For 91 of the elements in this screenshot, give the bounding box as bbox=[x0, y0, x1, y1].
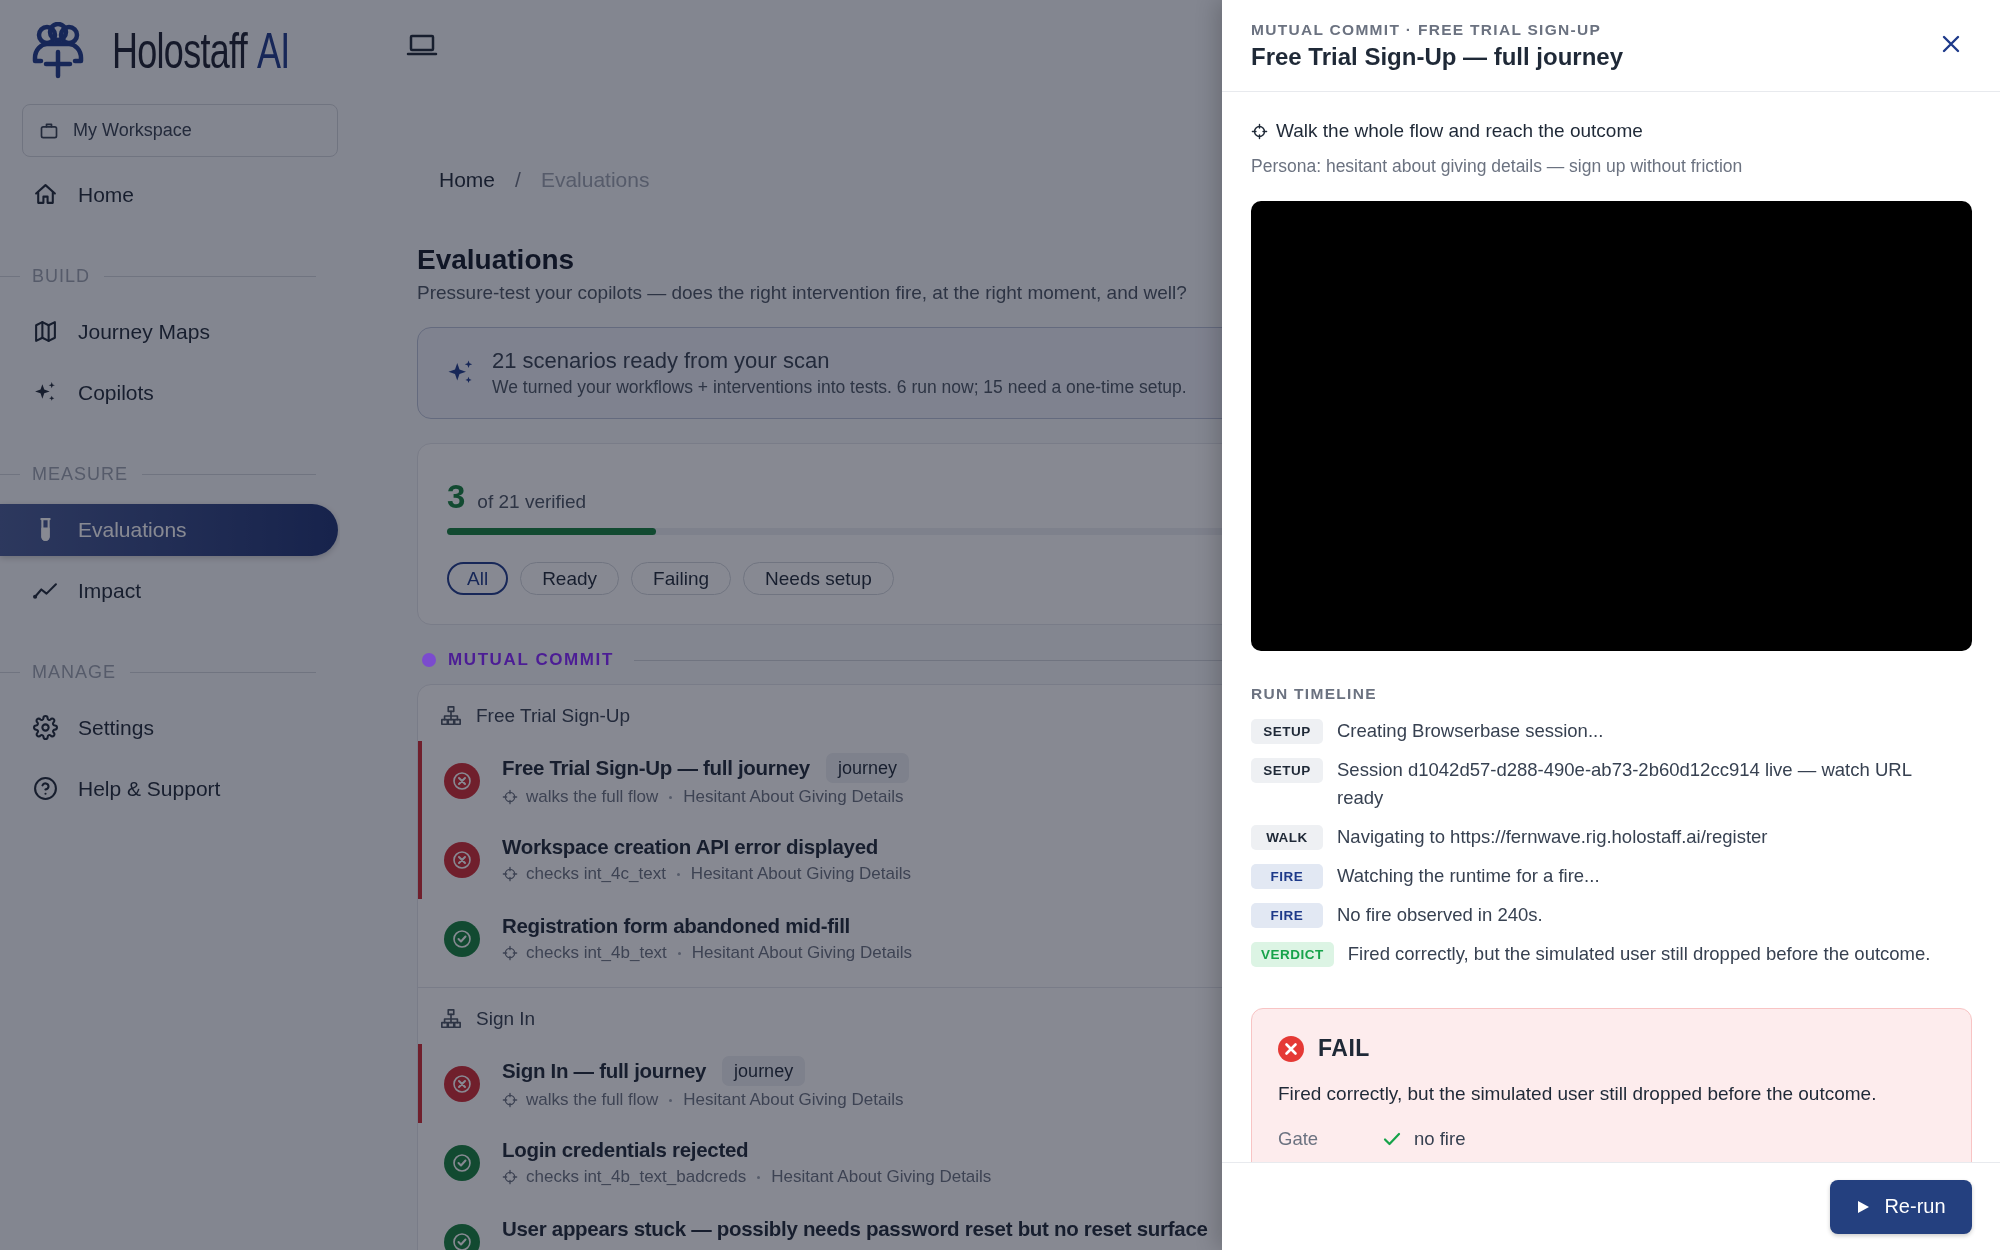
timeline-text: Session d1042d57-d288-490e-ab73-2b60d12cc914 live — watch URL ready bbox=[1337, 758, 1913, 810]
fail-status-icon bbox=[444, 1065, 480, 1102]
hierarchy-icon bbox=[440, 705, 462, 727]
scenario-check: checks int_4b_text bbox=[526, 942, 667, 964]
scenario-check: walks the full flow bbox=[526, 786, 659, 808]
filter-chip[interactable]: Needs setup bbox=[743, 562, 894, 595]
settings-icon bbox=[33, 715, 58, 740]
play-icon bbox=[1856, 1199, 1871, 1214]
filter-chip[interactable]: Ready bbox=[520, 562, 620, 595]
workspace-selector[interactable]: My Workspace bbox=[22, 104, 338, 157]
scenario-check: walks the full flow bbox=[526, 1089, 659, 1111]
scenario-persona: Hesitant About Giving Details bbox=[683, 1089, 904, 1111]
breadcrumb-separator: / bbox=[515, 167, 521, 193]
scenario-row[interactable]: Login credentials rejected checks int_4b_text_badcreds Hesitant About Giving Details bbox=[418, 1123, 1222, 1202]
fail-icon bbox=[1278, 1035, 1304, 1062]
scenario-title: Workspace creation API error displayed bbox=[502, 834, 878, 860]
scenario-title: Free Trial Sign-Up — full journey bbox=[502, 755, 810, 781]
scenario-tag: journey bbox=[722, 1056, 806, 1086]
scenario-tag: journey bbox=[825, 753, 909, 783]
scenario-goal: Walk the whole flow and reach the outcome bbox=[1276, 119, 1643, 143]
page-title: Evaluations bbox=[417, 243, 576, 277]
verified-count: 3 bbox=[447, 477, 466, 517]
nav-item[interactable]: Impact bbox=[0, 564, 338, 617]
team-logo-icon bbox=[30, 22, 86, 80]
timeline-heading: RUN TIMELINE bbox=[1251, 684, 1378, 704]
timeline-tag: FIRE bbox=[1251, 902, 1323, 928]
crosshair-icon bbox=[1251, 122, 1268, 140]
timeline-text: No fire observed in 240s. bbox=[1337, 903, 1543, 927]
result-key: Gate bbox=[1278, 1126, 1382, 1152]
scenario-check: checks int_4b_text_badcreds bbox=[526, 1166, 747, 1188]
nav-item[interactable]: Home bbox=[0, 168, 338, 221]
banner-text: We turned your workflows + interventions into tests. 6 run now; 15 need a one-time setup. bbox=[492, 376, 1187, 399]
laptop-icon bbox=[406, 33, 438, 57]
breadcrumb-link[interactable]: Home bbox=[439, 163, 496, 197]
timeline-tag: SETUP bbox=[1251, 757, 1323, 783]
result-summary: Fired correctly, but the simulated user still dropped before the outcome. bbox=[1278, 1082, 1878, 1106]
result-value: no fire bbox=[1414, 1127, 1466, 1151]
map-icon bbox=[33, 319, 58, 344]
crosshair-icon bbox=[502, 1092, 518, 1108]
timeline-tag: VERDICT bbox=[1251, 941, 1334, 967]
crosshair-icon bbox=[502, 1169, 518, 1185]
timeline-tag: SETUP bbox=[1251, 718, 1323, 744]
scenario-title: Sign In — full journey bbox=[502, 1058, 707, 1084]
crosshair-icon bbox=[502, 789, 518, 805]
filter-chip[interactable]: Failing bbox=[631, 562, 732, 595]
timeline-text: Watching the runtime for a fire... bbox=[1337, 864, 1600, 888]
flow-name: Free Trial Sign-Up bbox=[476, 705, 631, 727]
scenario-row[interactable]: Registration form abandoned mid-fill checks int_4b_text Hesitant About Giving Details bbox=[418, 899, 1222, 978]
pass-status-icon bbox=[444, 920, 480, 957]
timeline-text: Navigating to https://fernwave.rig.holostaff.ai/register bbox=[1337, 825, 1768, 849]
filter-chip[interactable]: All bbox=[447, 562, 509, 595]
brand-name: Holostaff bbox=[112, 22, 247, 80]
result-label: FAIL bbox=[1318, 1035, 1370, 1062]
scenario-persona: Hesitant About Giving Details bbox=[690, 863, 912, 885]
fail-status-icon bbox=[444, 762, 480, 799]
nav-item[interactable]: Evaluations bbox=[0, 503, 338, 556]
scenario-persona: Hesitant About Giving Details bbox=[683, 786, 904, 808]
timeline-text: Fired correctly, but the simulated user still dropped before the outcome. bbox=[1347, 942, 1931, 966]
timeline-text: Creating Browserbase session... bbox=[1337, 719, 1604, 743]
nav-item[interactable]: Settings bbox=[0, 701, 338, 754]
timeline-tag: FIRE bbox=[1251, 863, 1323, 889]
rerun-button[interactable]: Re-run bbox=[1830, 1179, 1972, 1234]
nav-item[interactable]: Help & Support bbox=[0, 762, 338, 815]
nav-item[interactable]: Copilots bbox=[0, 366, 338, 419]
flow-name: Sign In bbox=[476, 1008, 536, 1030]
persona-text: Persona: hesitant about giving details — sign up without friction bbox=[1251, 155, 1744, 178]
scenario-persona: Hesitant About Giving Details bbox=[771, 1166, 992, 1188]
close-button[interactable] bbox=[1941, 33, 1961, 55]
scenario-row[interactable]: User appears stuck — possibly needs password reset but no reset surface bbox=[418, 1202, 1222, 1250]
scenario-check: checks int_4c_text bbox=[526, 863, 666, 885]
banner-title: 21 scenarios ready from your scan bbox=[492, 347, 831, 375]
scenario-title: User appears stuck — possibly needs password reset but no reset surface bbox=[502, 1216, 1208, 1242]
home-icon bbox=[33, 182, 58, 207]
brand-suffix: AI bbox=[257, 22, 290, 80]
help-icon bbox=[33, 776, 58, 801]
verified-label: of 21 verified bbox=[477, 491, 587, 513]
hierarchy-icon bbox=[440, 1008, 462, 1030]
page-subtitle: Pressure-test your copilots — does the right intervention fire, at the right moment, and well? bbox=[417, 281, 1188, 305]
drawer-title: Free Trial Sign-Up — full journey bbox=[1251, 42, 1624, 72]
drawer-eyebrow: MUTUAL COMMIT · FREE TRIAL SIGN-UP bbox=[1251, 20, 1603, 40]
timeline-tag: WALK bbox=[1251, 824, 1323, 850]
nav-item[interactable]: Journey Maps bbox=[0, 305, 338, 358]
group-label: MUTUAL COMMIT bbox=[448, 650, 614, 670]
scenario-title: Registration form abandoned mid-fill bbox=[502, 913, 850, 939]
fail-status-icon bbox=[444, 841, 480, 878]
crosshair-icon bbox=[502, 945, 518, 961]
close-icon bbox=[1941, 34, 1961, 54]
crosshair-icon bbox=[502, 866, 518, 882]
scenario-title: Login credentials rejected bbox=[502, 1137, 749, 1163]
scenario-persona: Hesitant About Giving Details bbox=[691, 942, 912, 964]
pass-status-icon bbox=[444, 1144, 480, 1181]
